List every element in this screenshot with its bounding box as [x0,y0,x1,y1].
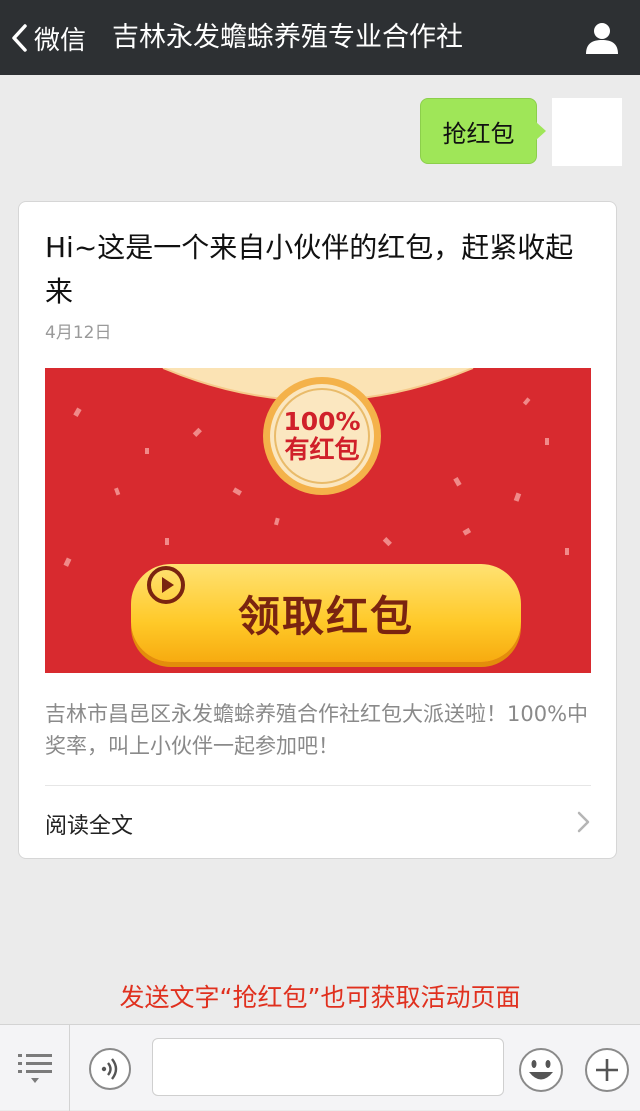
notice-text: 发送文字“抢红包”也可获取活动页面 [119,983,521,1012]
voice-icon [89,1048,131,1090]
article-card[interactable]: Hi~这是一个来自小伙伴的红包，赶紧收起来 4月12日 100% 有红包 领取红… [18,201,617,859]
chevron-left-icon [12,24,27,52]
message-input[interactable] [152,1038,504,1096]
person-icon [586,23,618,54]
badge-label: 有红包 [284,435,360,464]
article-date: 4月12日 [45,323,112,343]
input-bar [0,1024,640,1111]
back-label: 微信 [34,25,87,56]
read-more-link[interactable]: 阅读全文 [19,786,616,858]
bubble-tail [536,122,546,140]
claim-red-envelope-button[interactable]: 领取红包 [131,564,521,662]
plus-icon [585,1048,629,1092]
cover-image[interactable]: 100% 有红包 领取红包 [45,368,591,673]
read-more-label: 阅读全文 [45,814,134,839]
top-nav-bar: 微信 吉林永发蟾蜍养殖专业合作社 [0,0,640,75]
voice-button[interactable] [88,1047,132,1091]
page-title: 吉林永发蟾蜍养殖专业合作社 [112,22,463,53]
back-button[interactable]: 微信 [10,18,86,58]
avatar[interactable] [552,98,622,166]
play-icon [147,566,185,604]
emoji-button[interactable] [518,1047,564,1093]
claim-button-label: 领取红包 [237,591,414,641]
article-description: 吉林市昌邑区永发蟾蜍养殖合作社红包大派送啦！100%中奖率，叫上小伙伴一起参加吧… [45,702,589,758]
more-button[interactable] [584,1047,630,1093]
chevron-right-icon [577,811,590,833]
badge-percent: 100% [283,407,361,436]
badge: 100% 有红包 [282,408,362,464]
menu-button[interactable] [0,1025,70,1111]
emoji-icon [519,1048,563,1092]
sent-message-bubble[interactable]: 抢红包 [420,98,537,164]
menu-icon [18,1054,52,1083]
profile-button[interactable] [584,20,620,56]
article-title: Hi~这是一个来自小伙伴的红包，赶紧收起来 [45,231,574,308]
